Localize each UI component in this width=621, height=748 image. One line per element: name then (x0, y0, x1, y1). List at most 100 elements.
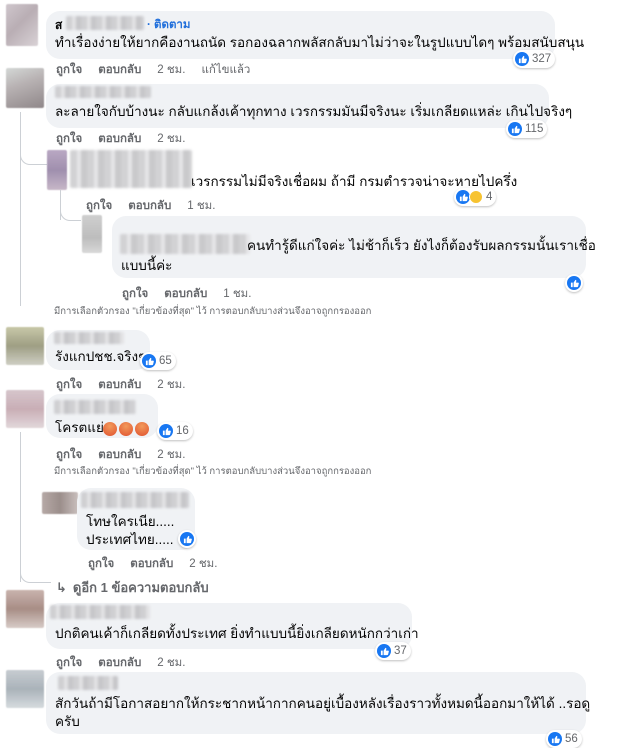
like-button[interactable]: ถูกใจ (56, 64, 82, 76)
avatar[interactable] (6, 4, 38, 46)
filter-notice: มีการเลือกตัวกรอง "เกี่ยวข้องที่สุด" ไว้… (54, 306, 372, 317)
like-reaction-icon (142, 354, 156, 368)
like-reaction-icon (180, 532, 194, 546)
reaction-count[interactable]: 65 (140, 352, 176, 370)
like-button[interactable]: ถูกใจ (56, 379, 82, 391)
comment-bubble: รังแกปชช.จริงๆ (46, 330, 150, 370)
comment-text-line2: ครับ (55, 714, 80, 729)
like-reaction-icon (456, 190, 470, 204)
comment-actions: ถูกใจ ตอบกลับ 2 ชม. (88, 555, 233, 573)
reply-button[interactable]: ตอบกลับ (98, 657, 141, 669)
timestamp[interactable]: 2 ชม. (189, 558, 217, 570)
like-reaction-icon (508, 122, 522, 136)
avatar[interactable] (47, 150, 67, 190)
comment-bubble: โครตแย่ (46, 394, 158, 438)
comment-bubble: เวรกรรมไม่มีจริงเชื่อผม ถ้ามี กรมตำรวจน่… (82, 150, 517, 192)
follow-link[interactable]: · ติดตาม (147, 16, 190, 34)
like-button[interactable]: ถูกใจ (56, 449, 82, 461)
angry-icon (119, 422, 133, 436)
commenter-name-blurred (50, 605, 150, 619)
comment-actions: ถูกใจ ตอบกลับ 1 ชม. (86, 197, 231, 215)
commenter-name-blurred (58, 676, 118, 690)
comment-actions: ถูกใจ ตอบกลับ 2 ชม. (56, 654, 201, 672)
like-reaction-icon (567, 276, 581, 290)
comment-actions: ถูกใจ ตอบกลับ 2 ชม. (56, 446, 201, 464)
thread-connector (20, 566, 51, 583)
timestamp[interactable]: 2 ชม. (157, 449, 185, 461)
reaction-count[interactable]: 56 (546, 730, 582, 748)
comment-bubble: สักวันถ้ามีโอกาสอยากให้กระชากหน้ากากคนอย… (46, 672, 590, 734)
like-reaction-icon (377, 644, 391, 658)
comment-text-line1: สักวันถ้ามีโอกาสอยากให้กระชากหน้ากากคนอย… (55, 696, 591, 711)
commenter-name-blurred (66, 16, 144, 30)
comment-actions: ถูกใจ ตอบกลับ 2 ชม. (56, 130, 201, 148)
like-reaction-icon (548, 732, 562, 746)
like-button[interactable]: ถูกใจ (86, 200, 112, 212)
avatar[interactable] (82, 215, 102, 253)
reaction-count[interactable]: 16 (157, 422, 193, 440)
reaction-count[interactable]: 115 (506, 120, 548, 138)
reply-button[interactable]: ตอบกลับ (98, 133, 141, 145)
timestamp[interactable]: 2 ชม. (157, 64, 185, 76)
timestamp[interactable]: 2 ชม. (157, 379, 185, 391)
timestamp[interactable]: 2 ชม. (157, 657, 185, 669)
comment-text: ละลายใจกับบ้างนะ กลับแกล้งเค้าทุกทาง เวร… (55, 104, 573, 119)
reaction-count[interactable] (565, 274, 583, 292)
reply-button[interactable]: ตอบกลับ (128, 200, 171, 212)
comment-bubble: ปกติคนเค้าก็เกลียดทั้งประเทศ ยิ่งทำแบบนี… (46, 603, 419, 649)
timestamp[interactable]: 1 ชม. (223, 288, 251, 300)
comment-text: ปกติคนเค้าก็เกลียดทั้งประเทศ ยิ่งทำแบบนี… (55, 626, 419, 641)
like-reaction-icon (515, 52, 529, 66)
view-more-replies-link[interactable]: ↳ ดูอีก 1 ข้อความตอบกลับ (56, 577, 209, 598)
avatar[interactable] (6, 670, 44, 708)
reaction-count[interactable]: 37 (375, 642, 411, 660)
reaction-count[interactable]: 4 (454, 188, 497, 206)
avatar[interactable] (6, 327, 44, 365)
comment-bubble: ละลายใจกับบ้างนะ กลับแกล้งเค้าทุกทาง เวร… (46, 84, 572, 128)
avatar[interactable] (6, 390, 44, 428)
angry-icon (135, 422, 149, 436)
reply-button[interactable]: ตอบกลับ (98, 64, 141, 76)
timestamp[interactable]: 1 ชม. (187, 200, 215, 212)
reply-button[interactable]: ตอบกลับ (164, 288, 207, 300)
haha-reaction-icon (469, 190, 483, 204)
thread-line (20, 432, 21, 582)
angry-icon (103, 422, 117, 436)
edited-label: แก้ไขแล้ว (201, 64, 251, 76)
comment-text-line1: โทษใครเนีย..... (86, 514, 175, 529)
avatar[interactable] (6, 68, 44, 108)
comment-text-line2: ประเทศไทย..... (86, 532, 174, 547)
avatar[interactable] (42, 492, 78, 514)
comment-text: โครตแย่ (55, 420, 104, 435)
reply-arrow-icon: ↳ (56, 580, 67, 595)
commenter-name-blurred (55, 86, 151, 98)
reaction-count[interactable] (178, 530, 196, 548)
like-button[interactable]: ถูกใจ (122, 288, 148, 300)
thread-connector (20, 150, 47, 165)
comment-bubble: ส · ติดตาม ทำเรื่องง่ายให้ยากคืองานถนัด … (46, 11, 584, 59)
thread-connector (60, 206, 81, 221)
like-button[interactable]: ถูกใจ (56, 133, 82, 145)
avatar[interactable] (6, 590, 44, 628)
comment-text-line1: คนทำรู้ดีแก่ใจค่ะ ไม่ช้าก็เร็ว ยังไงก็ต้… (247, 238, 596, 253)
reaction-count[interactable]: 327 (513, 50, 556, 68)
like-button[interactable]: ถูกใจ (88, 558, 114, 570)
comment-text: รังแกปชช.จริงๆ (55, 349, 146, 364)
comment-actions: ถูกใจ ตอบกลับ 2 ชม. แก้ไขแล้ว (56, 61, 266, 79)
reply-button[interactable]: ตอบกลับ (130, 558, 173, 570)
angry-emoji-icon (103, 422, 151, 436)
comment-text: ทำเรื่องง่ายให้ยากคืองานถนัด รอกองฉลากพล… (55, 35, 585, 50)
reply-button[interactable]: ตอบกลับ (98, 379, 141, 391)
commenter-name-blurred (120, 234, 250, 254)
timestamp[interactable]: 2 ชม. (157, 133, 185, 145)
commenter-name-blurred (54, 400, 136, 414)
thread-line (20, 112, 21, 306)
filter-notice: มีการเลือกตัวกรอง "เกี่ยวข้องที่สุด" ไว้… (54, 466, 372, 477)
like-button[interactable]: ถูกใจ (56, 657, 82, 669)
comment-bubble: คนทำรู้ดีแก่ใจค่ะ ไม่ช้าก็เร็ว ยังไงก็ต้… (112, 216, 596, 278)
reply-button[interactable]: ตอบกลับ (98, 449, 141, 461)
commenter-name-blurred (81, 492, 189, 508)
commenter-name-blurred (54, 332, 124, 344)
comment-actions: ถูกใจ ตอบกลับ 2 ชม. (56, 376, 201, 394)
comment-actions: ถูกใจ ตอบกลับ 1 ชม. (122, 285, 267, 303)
